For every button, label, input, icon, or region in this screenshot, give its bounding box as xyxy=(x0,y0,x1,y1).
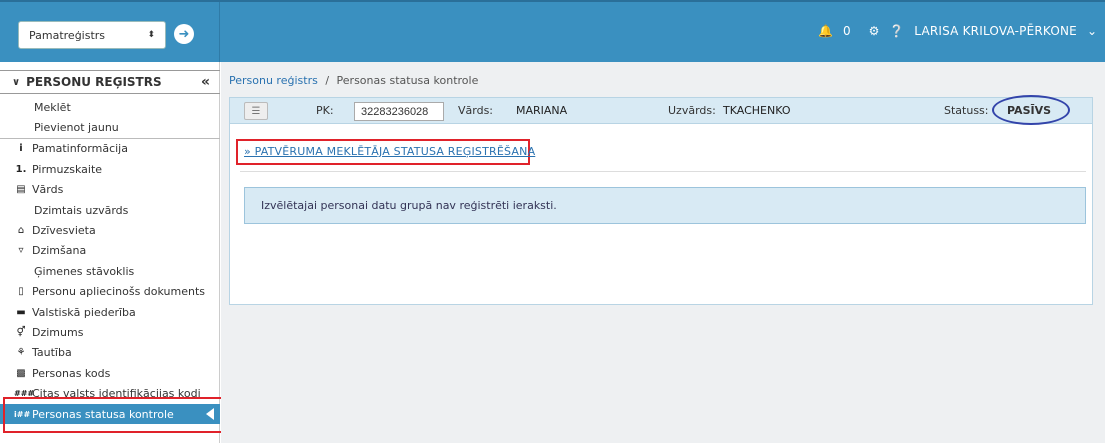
sidebar-item-label: Dzīvesvieta xyxy=(32,224,96,238)
flag-icon: ▬ xyxy=(16,306,26,318)
sidebar-item-dzimtais-uzvards[interactable]: Dzimtais uzvārds xyxy=(0,200,220,220)
status-label: Statuss: xyxy=(944,104,989,117)
birth-icon: ▿ xyxy=(18,245,24,257)
register-select[interactable]: Pamatreģistrs ⬍ xyxy=(18,21,166,49)
breadcrumb-current: Personas statusa kontrole xyxy=(336,74,479,87)
sidebar-item-dzivesvieta[interactable]: ⌂ Dzīvesvieta xyxy=(0,220,220,240)
sidebar-item-label: Ģimenes stāvoklis xyxy=(34,264,135,278)
sidebar-item-valstiska-pieder[interactable]: ▬ Valstiskā piederība xyxy=(0,302,220,322)
chevron-down-icon: ∨ xyxy=(12,76,21,88)
collapse-sidebar-icon[interactable]: « xyxy=(201,74,210,90)
sidebar-list: Meklēt Pievienot jaunu i Pamatinformācij… xyxy=(0,97,220,425)
sidebar-item-dzimsana[interactable]: ▿ Dzimšana xyxy=(0,241,220,261)
person-summary-bar: ☰ PK: Vārds: MARIANA Uzvārds: TKACHENKO … xyxy=(230,95,1092,125)
pk-field[interactable] xyxy=(354,102,444,121)
info-icon: i xyxy=(19,143,23,155)
top-bar: Pamatreģistrs ⬍ ➜ 🔔 0 ⚙ ❔ LARISA KRILOVA… xyxy=(0,0,1105,64)
layers-icon[interactable]: ☰ xyxy=(244,102,268,120)
divider xyxy=(240,171,1086,172)
sidebar-item-label: Pievienot jaunu xyxy=(34,121,119,135)
sidebar-item-pamatinformacija[interactable]: i Pamatinformācija xyxy=(0,139,220,159)
help-icon[interactable]: ❔ xyxy=(889,24,904,38)
sidebar: ∨ PERSONU REĢISTRS « Meklēt Pievienot ja… xyxy=(0,62,220,443)
sidebar-item-label: Pirmuzskaite xyxy=(32,162,103,176)
sidebar-item-label: Tautība xyxy=(32,346,72,360)
name-label: Vārds: xyxy=(458,104,494,117)
sidebar-item-label: Dzimums xyxy=(32,325,84,339)
sidebar-item-gimenes-stavoklis[interactable]: Ģimenes stāvoklis xyxy=(0,261,220,281)
sidebar-item-pievienot[interactable]: Pievienot jaunu xyxy=(0,117,220,137)
person-panel: ☰ PK: Vārds: MARIANA Uzvārds: TKACHENKO … xyxy=(229,95,1093,305)
active-item-highlight-frame xyxy=(3,397,224,433)
sidebar-item-label: Dzimšana xyxy=(32,244,87,258)
house-icon: ⌂ xyxy=(17,225,25,237)
sidebar-header-title: PERSONU REĢISTRS xyxy=(26,75,162,89)
status-highlight-ellipse xyxy=(992,95,1070,125)
sidebar-item-label: Personas kods xyxy=(32,366,111,380)
sidebar-item-label: Vārds xyxy=(32,183,64,197)
info-message: Izvēlētajai personai datu grupā nav reģi… xyxy=(244,187,1086,224)
breadcrumb: Personu reģistrs / Personas statusa kont… xyxy=(229,74,478,87)
info-message-text: Izvēlētajai personai datu grupā nav reģi… xyxy=(261,199,557,212)
name-card-icon: ▤ xyxy=(16,184,26,196)
surname-value: TKACHENKO xyxy=(723,104,791,117)
sidebar-item-dokuments[interactable]: ▯ Personu apliecinošs dokuments xyxy=(0,282,220,302)
select-arrows-icon: ⬍ xyxy=(147,30,155,40)
chevron-down-icon[interactable]: ⌄ xyxy=(1087,24,1097,38)
pk-label: PK: xyxy=(316,104,334,117)
document-icon: ▯ xyxy=(18,286,24,298)
register-select-value: Pamatreģistrs xyxy=(29,28,106,42)
sidebar-item-label: Valstiskā piederība xyxy=(32,305,136,319)
id-code-icon: ▩ xyxy=(16,367,26,379)
user-name[interactable]: LARISA KRILOVA-PĒRKONE xyxy=(914,24,1077,38)
breadcrumb-separator: / xyxy=(325,74,330,87)
surname-label: Uzvārds: xyxy=(668,104,716,117)
top-right-area: 🔔 0 ⚙ ❔ LARISA KRILOVA-PĒRKONE ⌄ xyxy=(818,24,1097,38)
sidebar-header[interactable]: ∨ PERSONU REĢISTRS « xyxy=(0,70,220,94)
bell-icon[interactable]: 🔔 xyxy=(818,24,833,38)
sidebar-item-vards[interactable]: ▤ Vārds xyxy=(0,180,220,200)
sidebar-item-personas-kods[interactable]: ▩ Personas kods xyxy=(0,363,220,383)
settings-icon[interactable]: ⚙ xyxy=(869,24,880,38)
sidebar-item-pirmuzskaite[interactable]: 1. Pirmuzskaite xyxy=(0,159,220,179)
register-asylum-status-link[interactable]: » PATVĒRUMA MEKLĒTĀJA STATUSA REĢISTRĒŠA… xyxy=(244,145,535,158)
top-left-area: Pamatreģistrs ⬍ ➜ xyxy=(0,2,220,64)
main-content: Personu reģistrs / Personas statusa kont… xyxy=(221,62,1105,443)
go-arrow-button[interactable]: ➜ xyxy=(174,24,194,44)
number-one-icon: 1. xyxy=(15,163,27,175)
sidebar-item-tautiba[interactable]: ⚘ Tautība xyxy=(0,343,220,363)
sidebar-item-meklet[interactable]: Meklēt xyxy=(0,97,220,117)
sidebar-item-label: Meklēt xyxy=(34,100,71,114)
sidebar-item-label: Personu apliecinošs dokuments xyxy=(32,285,206,299)
name-value: MARIANA xyxy=(516,104,568,117)
notifications-count: 0 xyxy=(842,24,851,38)
sidebar-item-dzimums[interactable]: ⚥ Dzimums xyxy=(0,322,220,342)
sidebar-item-label: Dzimtais uzvārds xyxy=(34,203,129,217)
sidebar-item-label: Pamatinformācija xyxy=(32,142,128,156)
breadcrumb-link[interactable]: Personu reģistrs xyxy=(229,74,318,87)
gender-icon: ⚥ xyxy=(16,326,26,338)
people-icon: ⚘ xyxy=(16,347,26,359)
